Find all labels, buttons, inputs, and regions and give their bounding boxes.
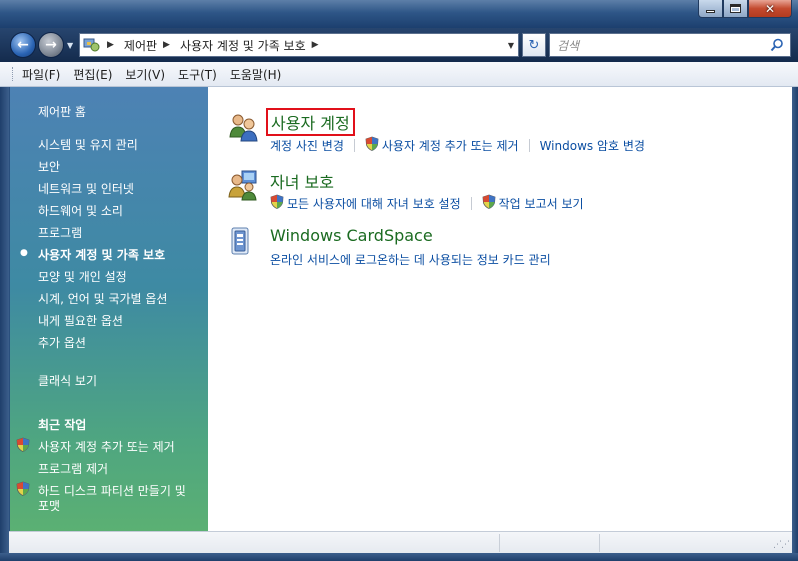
category-title-user-accounts[interactable]: 사용자 계정 [266, 108, 355, 136]
task-change-windows-password[interactable]: Windows 암호 변경 [540, 137, 645, 154]
divider [353, 138, 355, 152]
sidebar-item-ease-of-access[interactable]: 내게 필요한 옵션 [38, 312, 123, 329]
sidebar-item-network[interactable]: 네트워크 및 인터넷 [38, 180, 134, 197]
sidebar-item-user-accounts[interactable]: 사용자 계정 및 가족 보호 [38, 246, 165, 263]
back-button[interactable]: ← [10, 32, 36, 58]
menu-tools[interactable]: 도구(T) [172, 66, 224, 83]
menu-help[interactable]: 도움말(H) [224, 66, 289, 83]
breadcrumb-separator[interactable]: ▶ [105, 40, 120, 50]
window-frame-bottom [0, 553, 798, 561]
refresh-button[interactable]: ↻ [522, 33, 546, 57]
task-manage-information-cards[interactable]: 온라인 서비스에 로그온하는 데 사용되는 정보 카드 관리 [270, 251, 551, 268]
resize-grip-icon[interactable]: ⋰⋰ [773, 540, 790, 550]
search-placeholder: 검색 [557, 38, 580, 53]
parental-controls-icon [228, 169, 260, 201]
recent-task-add-remove-accounts[interactable]: 사용자 계정 추가 또는 제거 [38, 438, 175, 455]
sidebar-item-hardware[interactable]: 하드웨어 및 소리 [38, 202, 123, 219]
control-panel-icon [83, 37, 101, 53]
task-label: 사용자 계정 추가 또는 제거 [381, 138, 519, 153]
task-set-parental-controls[interactable]: 모든 사용자에 대해 자녀 보호 설정 [270, 194, 461, 212]
address-bar[interactable]: ▶ 제어판 ▶ 사용자 계정 및 가족 보호 ▶ ▼ [79, 33, 519, 57]
window-controls: ✕ [698, 0, 792, 18]
close-icon: ✕ [764, 1, 776, 16]
category-title-parental-controls[interactable]: 자녀 보호 [270, 169, 334, 193]
breadcrumb-control-panel[interactable]: 제어판 ▶ [124, 37, 176, 54]
menu-view[interactable]: 보기(V) [119, 66, 172, 83]
recent-task-uninstall-program[interactable]: 프로그램 제거 [38, 460, 108, 477]
sidebar-item-security[interactable]: 보안 [38, 158, 60, 175]
cardspace-icon [228, 226, 260, 258]
sidebar-item-additional-options[interactable]: 추가 옵션 [38, 334, 86, 351]
menu-edit[interactable]: 편집(E) [67, 66, 119, 83]
recent-pages-dropdown[interactable]: ▼ [67, 41, 73, 50]
task-add-remove-accounts[interactable]: 사용자 계정 추가 또는 제거 [365, 136, 519, 154]
forward-arrow-icon: → [45, 37, 57, 53]
sidebar-item-programs[interactable]: 프로그램 [38, 224, 82, 241]
navigation-bar: ← → ▼ ▶ 제어판 ▶ 사용자 계정 및 가족 보호 ▶ ▼ ↻ 검색 [0, 28, 798, 62]
uac-shield-icon [270, 194, 284, 212]
task-pane: 제어판 홈 시스템 및 유지 관리 보안 네트워크 및 인터넷 하드웨어 및 소… [9, 87, 208, 531]
breadcrumb-arrow-icon[interactable]: ▶ [312, 40, 319, 50]
current-item-bullet: ● [20, 248, 28, 258]
menu-bar: 파일(F) 편집(E) 보기(V) 도구(T) 도움말(H) [0, 62, 798, 87]
address-dropdown-icon[interactable]: ▼ [508, 41, 514, 50]
search-icon[interactable] [770, 38, 784, 55]
minimize-icon [706, 10, 715, 13]
maximize-icon [730, 4, 741, 13]
forward-button[interactable]: → [38, 32, 64, 58]
status-bar: ⋰⋰ [9, 531, 792, 553]
close-button[interactable]: ✕ [748, 0, 792, 18]
classic-view-link[interactable]: 클래식 보기 [38, 372, 97, 389]
title-bar[interactable]: ✕ [0, 0, 798, 28]
menu-file[interactable]: 파일(F) [16, 66, 67, 83]
divider [528, 138, 530, 152]
back-arrow-icon: ← [17, 37, 29, 53]
status-divider [499, 534, 500, 552]
maximize-button[interactable] [723, 0, 748, 18]
uac-shield-icon [16, 437, 30, 455]
task-view-activity-reports[interactable]: 작업 보고서 보기 [482, 194, 584, 212]
breadcrumb-label: 제어판 [123, 38, 158, 53]
recent-task-partition-disk[interactable]: 하드 디스크 파티션 만들기 및 [38, 482, 186, 499]
search-input[interactable]: 검색 [549, 33, 791, 57]
window-frame-left [0, 87, 9, 561]
uac-shield-icon [482, 194, 496, 212]
divider [470, 196, 472, 210]
cardspace-task-list: 온라인 서비스에 로그온하는 데 사용되는 정보 카드 관리 [270, 251, 551, 268]
recent-tasks-heading: 최근 작업 [38, 418, 87, 432]
parental-controls-task-list: 모든 사용자에 대해 자녀 보호 설정 작업 보고서 보기 [270, 194, 584, 212]
task-change-picture[interactable]: 계정 사진 변경 [270, 137, 344, 154]
recent-task-partition-disk-continued[interactable]: 포맷 [38, 497, 60, 514]
window-frame-right [792, 87, 798, 561]
breadcrumb-user-accounts[interactable]: 사용자 계정 및 가족 보호 ▶ [180, 37, 325, 54]
control-panel-home-link[interactable]: 제어판 홈 [38, 103, 86, 120]
refresh-icon: ↻ [528, 37, 540, 53]
uac-shield-icon [365, 136, 379, 154]
sidebar-item-system[interactable]: 시스템 및 유지 관리 [38, 136, 138, 153]
user-accounts-icon [228, 111, 260, 143]
sidebar-item-clock-language[interactable]: 시계, 언어 및 국가별 옵션 [38, 290, 167, 307]
breadcrumb-arrow-icon[interactable]: ▶ [163, 40, 170, 50]
content-area: 사용자 계정 계정 사진 변경 사용자 계정 추가 또는 제거 Windows … [208, 87, 792, 531]
task-label: 모든 사용자에 대해 자녀 보호 설정 [287, 196, 461, 211]
sidebar-item-appearance[interactable]: 모양 및 개인 설정 [38, 268, 127, 285]
category-title-cardspace[interactable]: Windows CardSpace [270, 226, 433, 245]
uac-shield-icon [16, 481, 30, 499]
user-accounts-task-list: 계정 사진 변경 사용자 계정 추가 또는 제거 Windows 암호 변경 [270, 136, 645, 154]
breadcrumb-label: 사용자 계정 및 가족 보호 [179, 38, 306, 53]
minimize-button[interactable] [698, 0, 723, 18]
status-divider [599, 534, 600, 552]
task-label: 작업 보고서 보기 [498, 196, 584, 211]
